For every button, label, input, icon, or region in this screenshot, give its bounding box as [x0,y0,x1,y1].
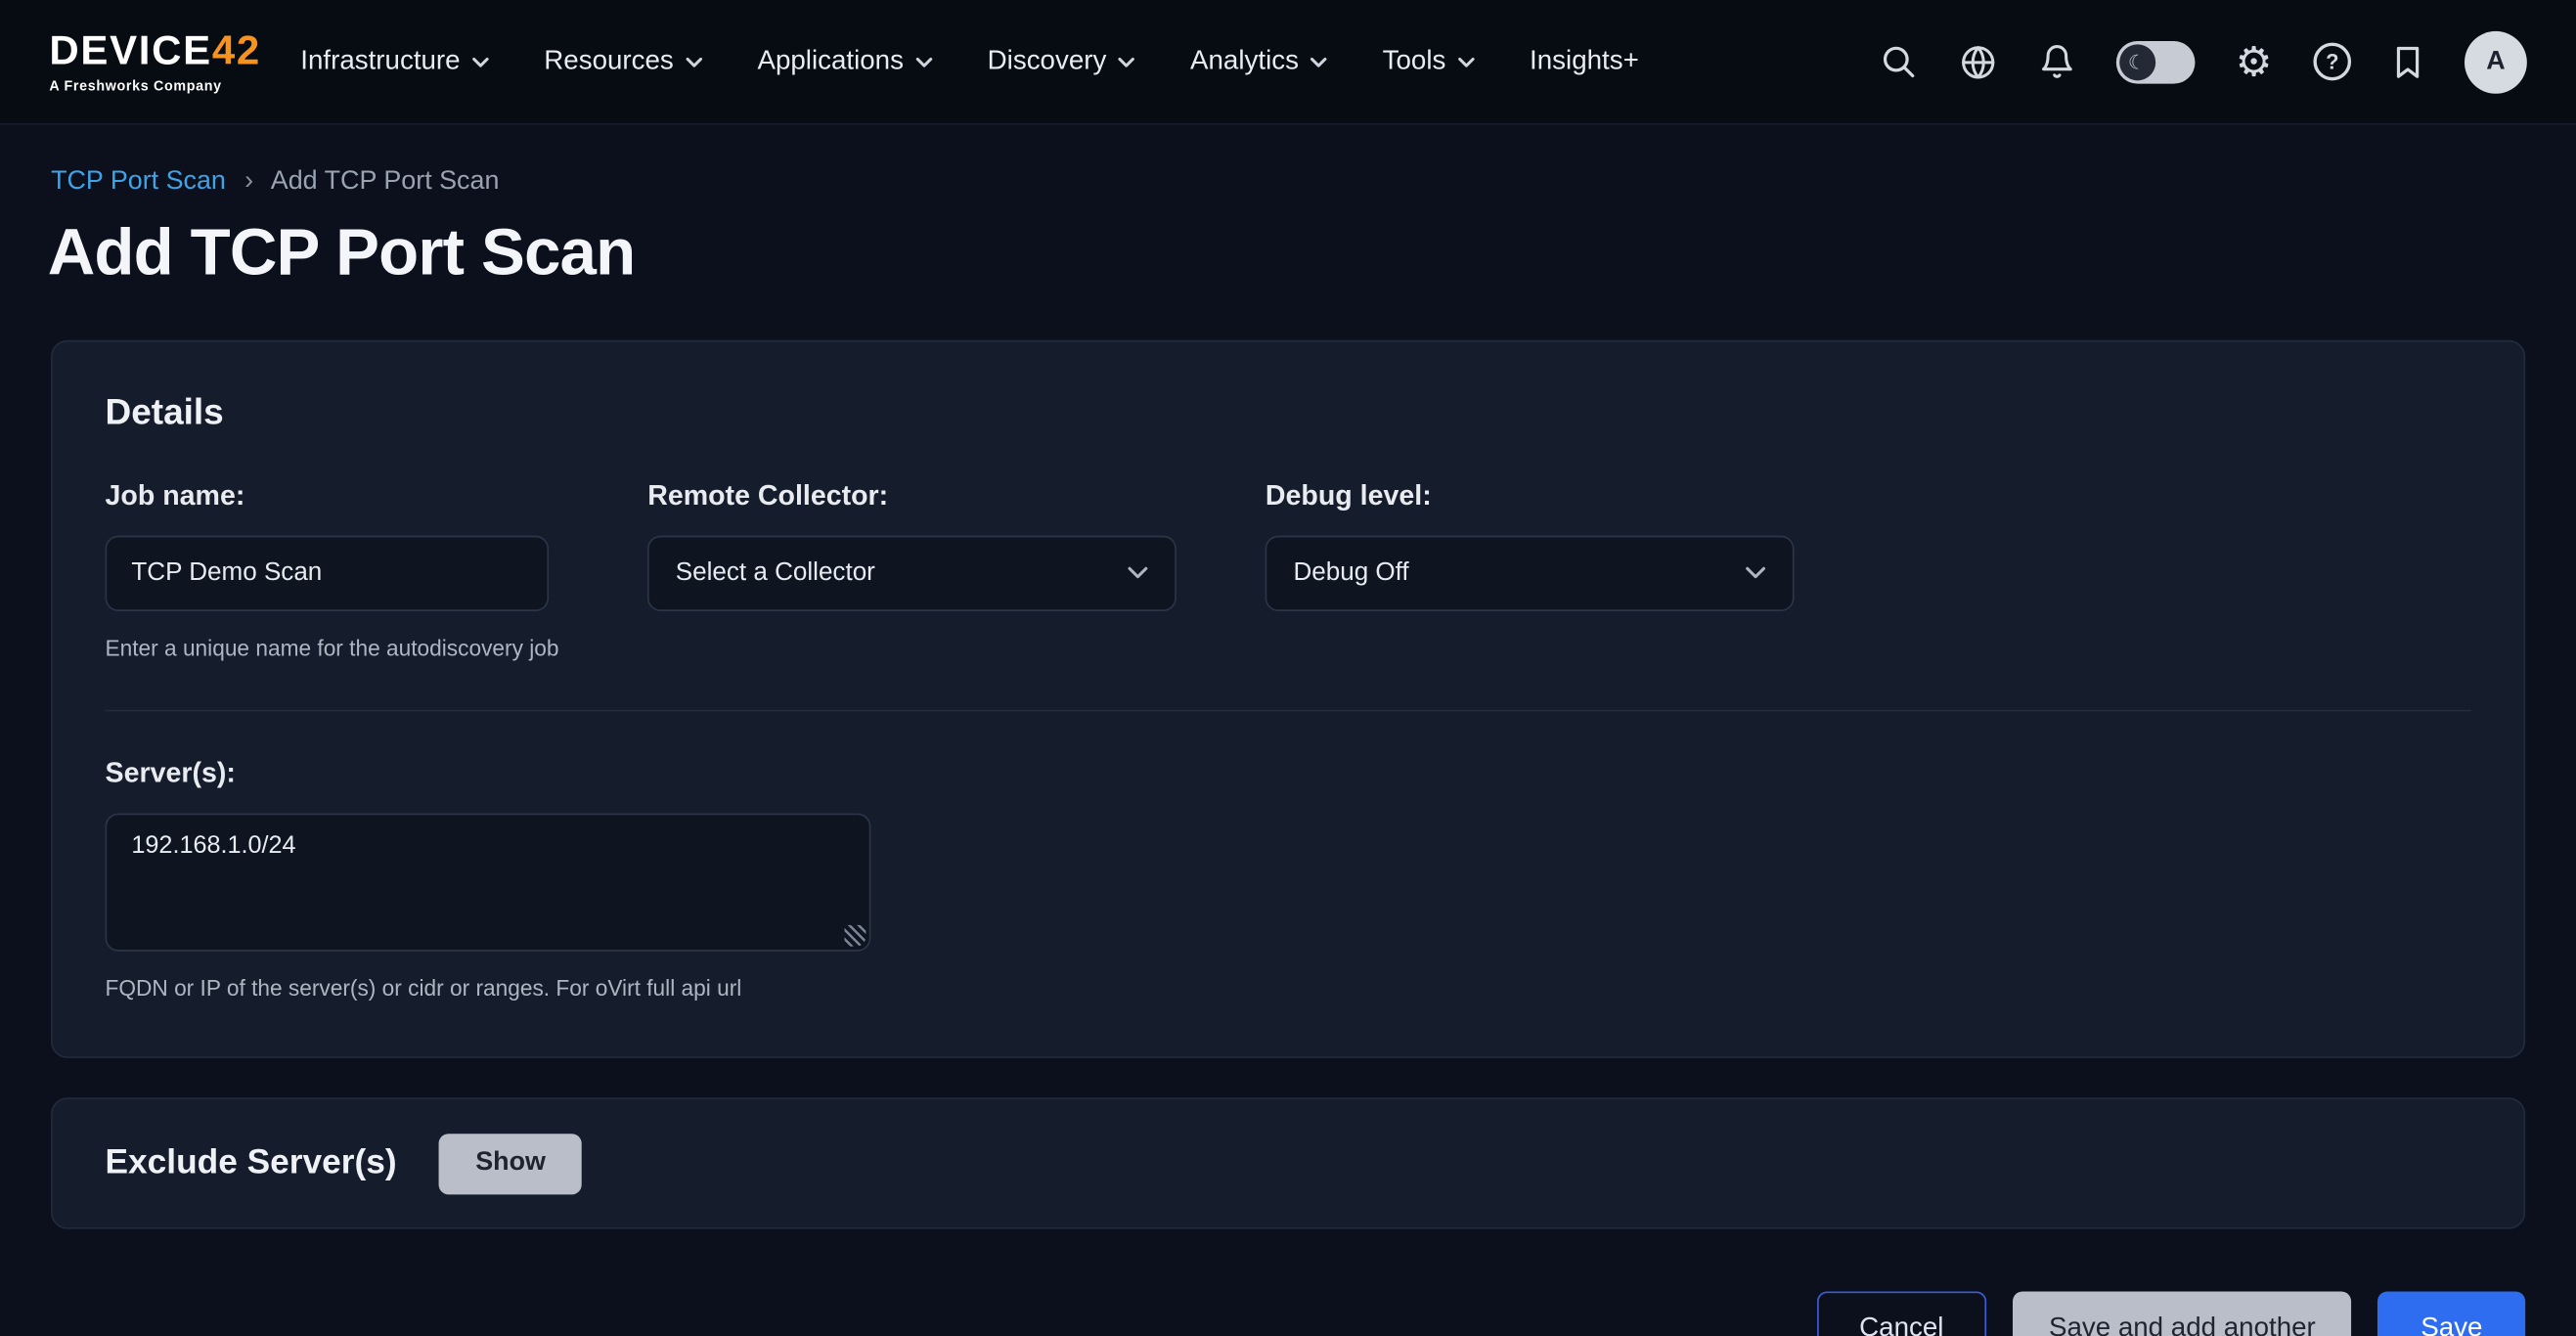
show-exclude-servers-button[interactable]: Show [439,1133,582,1193]
exclude-servers-card: Exclude Server(s) Show [51,1097,2525,1228]
save-button[interactable]: Save [2378,1291,2526,1336]
remote-collector-label: Remote Collector: [647,480,1177,513]
nav-item-analytics[interactable]: Analytics [1190,46,1328,77]
nav-item-infrastructure[interactable]: Infrastructure [300,46,490,77]
details-form-row: Job name: Enter a unique name for the au… [106,480,2471,661]
breadcrumb-separator: › [244,167,253,196]
cancel-button[interactable]: Cancel [1816,1291,1986,1336]
chevron-down-icon [1118,55,1135,67]
remote-collector-field-group: Remote Collector: Select a Collector [647,480,1177,611]
logo-wordmark: DEVICE42 [49,30,261,71]
debug-level-select[interactable]: Debug Off [1266,536,1795,611]
exclude-servers-heading: Exclude Server(s) [106,1143,397,1182]
user-avatar[interactable]: A [2465,30,2527,93]
top-navbar: DEVICE42 A Freshworks Company Infrastruc… [0,0,2576,125]
details-heading: Details [106,391,2471,434]
theme-toggle[interactable]: ☾ [2115,40,2195,83]
breadcrumb-parent-link[interactable]: TCP Port Scan [51,167,226,196]
save-and-add-another-button[interactable]: Save and add another [2013,1291,2352,1336]
debug-level-field-group: Debug level: Debug Off [1266,480,1795,611]
servers-help: FQDN or IP of the server(s) or cidr or r… [106,976,2471,1001]
chevron-down-icon [915,55,933,67]
nav-item-insights[interactable]: Insights+ [1530,46,1639,77]
navbar-actions: ☾ ⚙ ? A [1879,30,2527,93]
moon-icon: ☾ [2118,44,2154,80]
job-name-field-group: Job name: Enter a unique name for the au… [106,480,559,661]
job-name-help: Enter a unique name for the autodiscover… [106,636,559,660]
nav-item-applications[interactable]: Applications [757,46,933,77]
servers-field-group: Server(s): 192.168.1.0/24 FQDN or IP of … [106,757,2471,1001]
breadcrumb-current: Add TCP Port Scan [271,167,500,196]
help-icon[interactable]: ? [2313,43,2351,81]
nav-item-tools[interactable]: Tools [1383,46,1476,77]
chevron-down-icon [1128,558,1149,588]
chevron-down-icon [471,55,489,67]
remote-collector-select[interactable]: Select a Collector [647,536,1177,611]
nav-item-discovery[interactable]: Discovery [988,46,1136,77]
settings-gear-icon[interactable]: ⚙ [2236,41,2273,82]
page-title: Add TCP Port Scan [48,217,2529,291]
chevron-down-icon [1310,55,1328,67]
debug-level-label: Debug level: [1266,480,1795,513]
textarea-resize-handle[interactable] [845,925,866,947]
job-name-label: Job name: [106,480,559,513]
servers-label: Server(s): [106,757,2471,790]
servers-textarea[interactable]: 192.168.1.0/24 [106,814,871,952]
job-name-input[interactable] [106,536,550,611]
logo-tagline: A Freshworks Company [49,76,261,93]
section-divider [106,710,2471,712]
chevron-down-icon [1457,55,1475,67]
bookmark-icon[interactable] [2392,44,2423,80]
breadcrumb: TCP Port Scan › Add TCP Port Scan [51,167,2525,197]
viewport: DEVICE42 A Freshworks Company Infrastruc… [0,0,2576,1336]
nav-item-resources[interactable]: Resources [544,46,703,77]
chevron-down-icon [686,55,703,67]
details-card: Details Job name: Enter a unique name fo… [51,340,2525,1058]
main-nav: Infrastructure Resources Applications Di… [300,46,1638,77]
globe-icon[interactable] [1958,42,1997,81]
form-actions: Cancel Save and add another Save [51,1291,2525,1336]
notifications-bell-icon[interactable] [2038,43,2074,81]
chevron-down-icon [1745,558,1766,588]
search-icon[interactable] [1879,43,1917,81]
device42-logo[interactable]: DEVICE42 A Freshworks Company [49,30,261,93]
